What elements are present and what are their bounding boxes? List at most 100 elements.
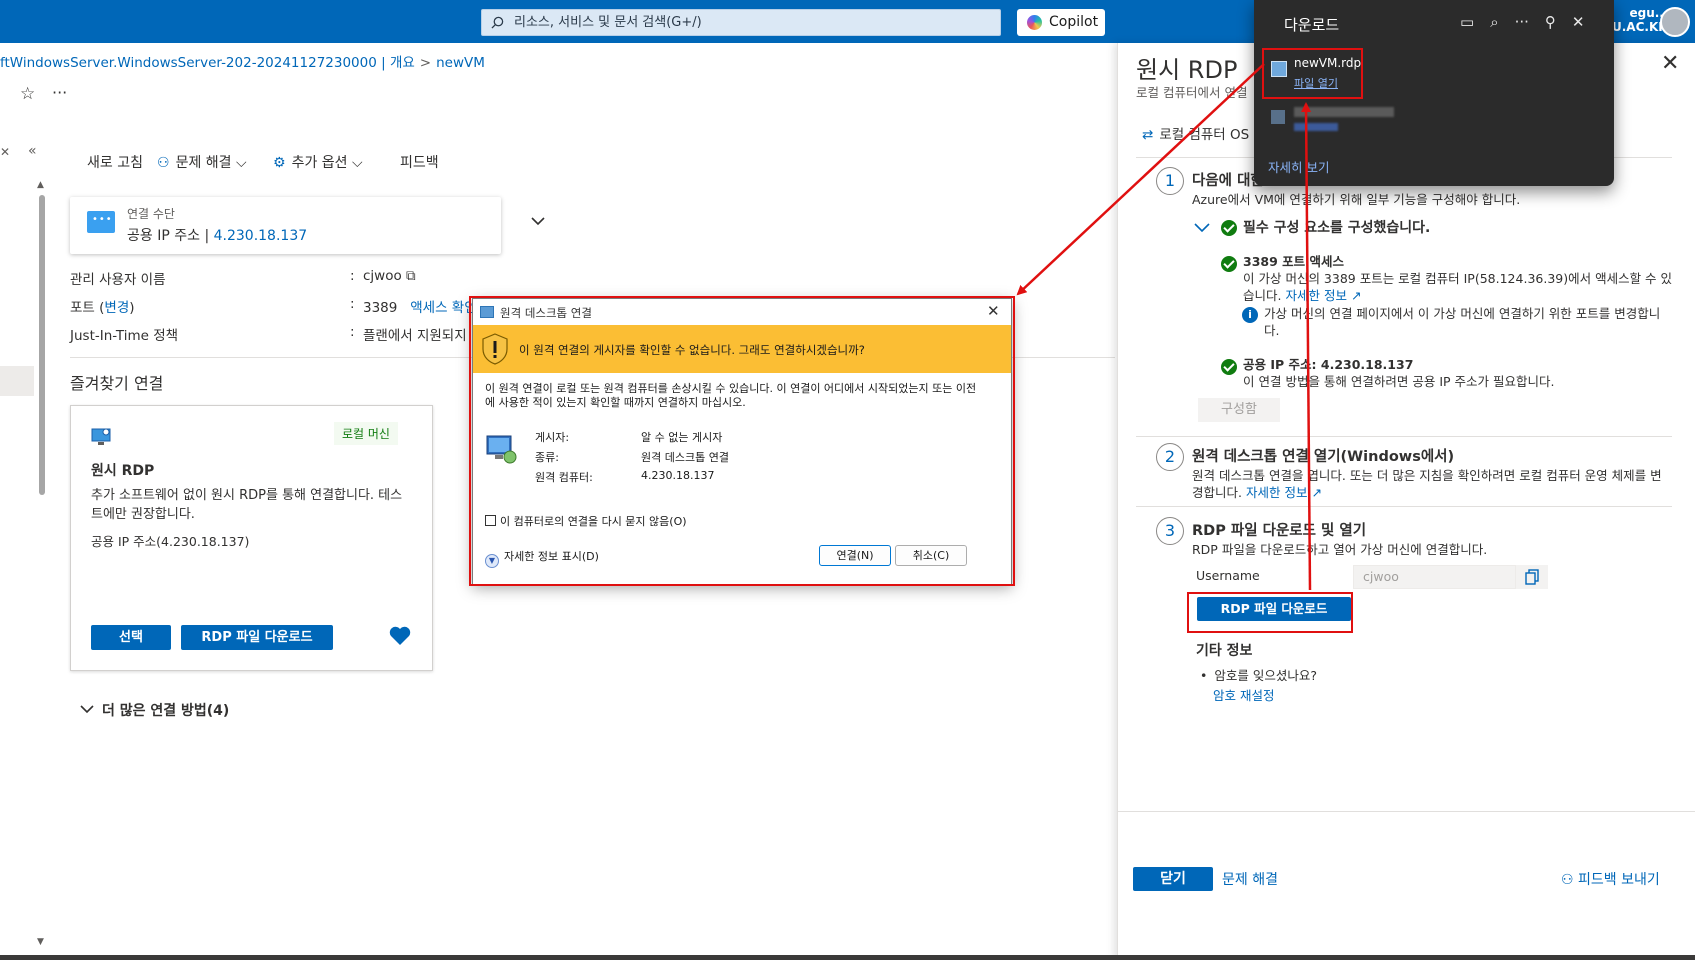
feedback-button[interactable]: 피드백 xyxy=(400,152,439,172)
step-description: 원격 데스크톱 연결을 엽니다. 또는 더 많은 지침을 확인하려면 로컬 컴퓨… xyxy=(1192,467,1672,501)
avatar[interactable] xyxy=(1660,7,1690,37)
annotation-box-dialog xyxy=(469,296,1015,586)
chevron-down-icon: ⌵ xyxy=(352,155,363,171)
port-access-item: 3389 포트 액세스 이 가상 머신의 3389 포트는 로컬 컴퓨터 IP(… xyxy=(1243,253,1673,304)
username-label: Username xyxy=(1196,568,1260,583)
folder-icon[interactable]: ▭ xyxy=(1460,13,1474,31)
port-label: 포트 (변경) xyxy=(70,296,135,316)
native-rdp-card: 로컬 머신 원시 RDP 추가 소프트웨어 없이 원시 RDP를 통해 연결합니… xyxy=(70,405,433,671)
downloads-actions: ▭ ⌕ ··· ⚲ ✕ xyxy=(1444,13,1584,31)
copy-button[interactable] xyxy=(1516,565,1548,589)
card-description: 추가 소프트웨어 없이 원시 RDP를 통해 연결합니다. 테스트에만 권장합니… xyxy=(91,488,403,522)
refresh-button[interactable]: 새로 고침 xyxy=(87,152,143,172)
public-ip-title: 공용 IP 주소: 4.230.18.137 xyxy=(1243,357,1414,372)
username-field[interactable]: cjwoo xyxy=(1353,565,1516,589)
card-public-ip: 공용 IP 주소(4.230.18.137) xyxy=(91,534,250,549)
connection-method-selector[interactable]: 연결 수단 공용 IP 주소 | 4.230.18.137 xyxy=(70,197,545,254)
copilot-icon xyxy=(1027,15,1042,30)
left-scrollbar[interactable]: ▲ ▼ xyxy=(37,180,45,950)
check-circle-icon xyxy=(1221,220,1237,236)
close-icon[interactable]: ✕ xyxy=(1572,13,1585,31)
troubleshoot-button[interactable]: ⚇ 문제 해결 ⌵ xyxy=(157,152,247,172)
troubleshoot-icon: ⚇ xyxy=(157,155,170,171)
send-feedback-link[interactable]: ⚇ 피드백 보내기 xyxy=(1561,869,1660,889)
step-description: Azure에서 VM에 연결하기 위해 일부 기능을 구성해야 합니다. xyxy=(1192,192,1521,207)
troubleshoot-link[interactable]: 문제 해결 xyxy=(1222,869,1278,889)
breadcrumb-item-image[interactable]: ftWindowsServer.WindowsServer-202-202411… xyxy=(0,55,415,71)
learn-more-link[interactable]: 자세한 정보 xyxy=(1285,288,1346,303)
external-link-icon: ↗ xyxy=(1350,288,1362,303)
more-connection-methods-toggle[interactable]: 더 많은 연결 방법(4) xyxy=(80,700,229,720)
public-ip-desc: 이 연결 방법을 통해 연결하려면 공용 IP 주소가 필요합니다. xyxy=(1243,374,1555,389)
colon: : xyxy=(350,324,355,340)
pane-title: 원시 RDP xyxy=(1136,56,1238,84)
scrollbar-thumb[interactable] xyxy=(39,195,45,495)
step-title: 다음에 대한 xyxy=(1192,173,1264,189)
collapse-menu-icon[interactable]: « xyxy=(28,143,37,159)
breadcrumb-item-vm[interactable]: newVM xyxy=(436,55,485,71)
taskbar-strip xyxy=(0,955,1695,960)
check-circle-icon xyxy=(1221,256,1237,272)
admin-username-label: 관리 사용자 이름 xyxy=(70,272,166,288)
chevron-down-icon: ⌵ xyxy=(236,155,247,171)
check-circle-icon xyxy=(1221,359,1237,375)
heart-icon[interactable] xyxy=(389,626,411,646)
check-access-link[interactable]: 액세스 확인 xyxy=(410,300,476,316)
port-label-text: 포트 ( xyxy=(70,300,105,316)
monitor-icon xyxy=(91,428,111,445)
feedback-label: 피드백 보내기 xyxy=(1578,872,1660,888)
colon: : xyxy=(350,296,355,312)
pane-subtitle: 로컬 컴퓨터에서 연결 xyxy=(1136,85,1248,100)
search-icon xyxy=(491,16,504,29)
chevron-down-icon xyxy=(80,705,94,714)
breadcrumb-separator: > xyxy=(419,55,432,71)
port-change-link[interactable]: 변경 xyxy=(104,300,129,316)
more-options-label: 추가 옵션 xyxy=(291,155,348,171)
card-title: 원시 RDP xyxy=(91,463,155,479)
configured-button[interactable]: 구성함 xyxy=(1198,398,1280,422)
connection-ip: 4.230.18.137 xyxy=(213,228,308,244)
reset-password-link[interactable]: 암호 재설정 xyxy=(1213,685,1274,704)
search-icon[interactable]: ⌕ xyxy=(1490,13,1498,31)
other-info-title: 기타 정보 xyxy=(1196,643,1253,659)
port-value: 3389 액세스 확인 xyxy=(363,296,477,316)
breadcrumb: ftWindowsServer.WindowsServer-202-202411… xyxy=(0,51,485,71)
global-search-input[interactable]: 리소스, 서비스 및 문서 검색(G+/) xyxy=(481,9,1001,36)
close-button[interactable]: 닫기 xyxy=(1133,867,1213,891)
switch-os-label: 로컬 컴퓨터 OS xyxy=(1159,127,1250,143)
forgot-password-text: 암호를 잊으셨나요? xyxy=(1200,665,1317,684)
feedback-icon: ⚇ xyxy=(1561,872,1574,888)
see-more-link[interactable]: 자세히 보기 xyxy=(1268,157,1329,176)
copilot-button[interactable]: Copilot xyxy=(1017,9,1105,36)
pin-icon[interactable]: ⚲ xyxy=(1545,13,1556,31)
downloads-title: 다운로드 xyxy=(1284,16,1340,34)
options-icon: ⚙ xyxy=(273,155,286,171)
download-rdp-button[interactable]: RDP 파일 다운로드 xyxy=(181,625,333,650)
favorite-star-icon[interactable]: ☆ xyxy=(20,84,35,104)
connection-prefix: 공용 IP 주소 | xyxy=(127,228,210,244)
scroll-down-icon[interactable]: ▼ xyxy=(37,937,44,947)
chevron-down-icon xyxy=(531,217,545,226)
more-options-button[interactable]: ⚙ 추가 옵션 ⌵ xyxy=(273,152,363,172)
copy-icon[interactable]: ⧉ xyxy=(406,268,416,284)
external-link-icon: ↗ xyxy=(1311,485,1322,500)
more-icon[interactable]: ··· xyxy=(1515,13,1529,31)
pane-divider xyxy=(1136,436,1672,437)
step-description: RDP 파일을 다운로드하고 열어 가상 머신에 연결합니다. xyxy=(1192,542,1488,557)
step-title: RDP 파일 다운로드 및 열기 xyxy=(1192,523,1367,539)
close-small-icon[interactable]: ✕ xyxy=(0,145,10,159)
learn-more-link[interactable]: 자세한 정보 xyxy=(1246,485,1307,500)
pane-footer: 닫기 문제 해결 ⚇ 피드백 보내기 xyxy=(1118,811,1695,960)
public-ip-item: 공용 IP 주소: 4.230.18.137 이 연결 방법을 통해 연결하려면… xyxy=(1243,356,1673,390)
scroll-up-icon[interactable]: ▲ xyxy=(37,180,44,190)
chevron-down-icon[interactable] xyxy=(1194,221,1210,233)
more-actions-icon[interactable]: ··· xyxy=(52,83,67,102)
close-icon[interactable]: ✕ xyxy=(1661,51,1679,76)
port-label-end: ) xyxy=(129,300,135,316)
select-button[interactable]: 선택 xyxy=(91,625,171,650)
port-access-title: 3389 포트 액세스 xyxy=(1243,254,1344,269)
redacted-file-link xyxy=(1294,123,1338,131)
change-local-os-button[interactable]: ⇄ 로컬 컴퓨터 OS xyxy=(1142,123,1249,143)
redacted-file-name xyxy=(1294,107,1394,117)
prereq-configured-text: 필수 구성 요소를 구성했습니다. xyxy=(1243,220,1431,236)
